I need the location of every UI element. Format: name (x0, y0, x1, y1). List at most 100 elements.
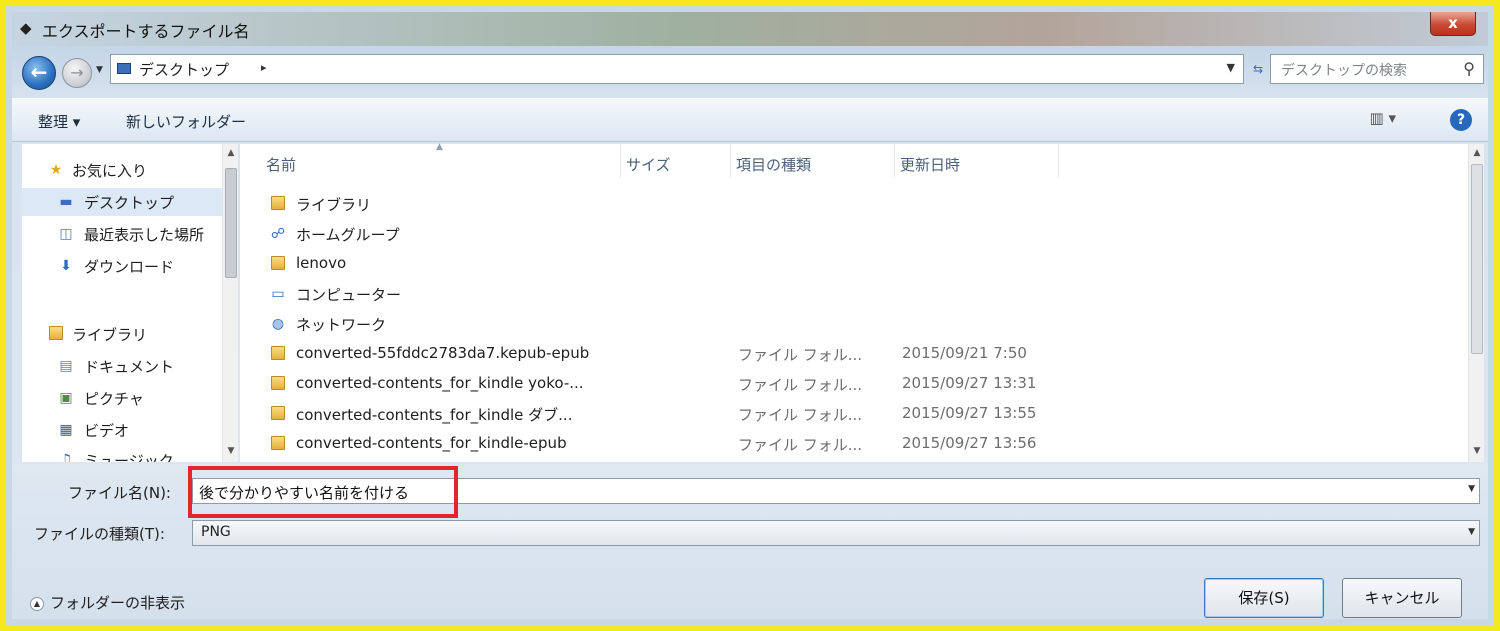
file-type: ファイル フォル... (738, 376, 863, 394)
path-separator-icon[interactable]: ▸ (261, 61, 267, 74)
scrollbar-thumb[interactable] (1471, 164, 1483, 354)
folder-icon (270, 436, 286, 452)
list-item[interactable]: ▭ コンピューター (260, 280, 1450, 308)
sidebar-item-label: ピクチャ (84, 390, 144, 408)
cancel-button[interactable]: キャンセル (1342, 578, 1462, 618)
filename-label: ファイル名(N): (68, 484, 171, 502)
back-button[interactable]: ← (22, 56, 56, 90)
sidebar-item-label: ドキュメント (84, 358, 175, 376)
video-icon: ▦ (59, 422, 73, 438)
file-name: lenovo (296, 254, 347, 272)
collapse-icon: ▲ (30, 596, 44, 611)
network-icon: ◍ (271, 316, 285, 332)
column-header-name[interactable]: 名前 (266, 154, 296, 175)
navigation-scrollbar[interactable]: ▲ ▼ (222, 144, 238, 462)
filetype-dropdown-icon[interactable]: ▼ (1468, 527, 1475, 537)
computer-icon: ▭ (271, 286, 285, 302)
column-divider[interactable] (620, 144, 621, 178)
file-type: ファイル フォル... (738, 346, 863, 364)
sidebar-item-music[interactable]: ♫ ミュージック (22, 446, 222, 462)
search-input[interactable]: デスクトップの検索 ⚲ (1270, 54, 1484, 84)
search-icon[interactable]: ⚲ (1463, 59, 1475, 78)
sidebar-item-pictures[interactable]: ▣ ピクチャ (22, 384, 222, 412)
column-divider[interactable] (894, 144, 895, 178)
filename-highlight-box (188, 466, 458, 518)
sidebar-item-recent-places[interactable]: ◫ 最近表示した場所 (22, 220, 222, 248)
file-list-scrollbar[interactable]: ▲ ▼ (1468, 144, 1484, 462)
folder-icon (270, 406, 286, 422)
arrow-right-icon: → (70, 63, 84, 82)
forward-button[interactable]: → (62, 58, 92, 88)
list-item[interactable]: lenovo (260, 250, 1450, 278)
column-divider[interactable] (730, 144, 731, 178)
hide-folders-label: フォルダーの非表示 (50, 594, 186, 612)
column-header-type[interactable]: 項目の種類 (736, 154, 811, 175)
sidebar-item-documents[interactable]: ▤ ドキュメント (22, 352, 222, 380)
table-row[interactable]: converted-contents_for_kindle ダブ... ファイル… (260, 400, 1450, 428)
address-path[interactable]: デスクトップ (139, 59, 229, 80)
address-bar[interactable]: デスクトップ ▸ ▼ (110, 54, 1244, 84)
scrollbar-thumb[interactable] (225, 168, 237, 278)
sidebar-item-label: ビデオ (84, 422, 130, 440)
scroll-up-icon[interactable]: ▲ (1469, 148, 1485, 158)
filetype-select[interactable]: PNG ▼ (192, 520, 1480, 546)
search-placeholder: デスクトップの検索 (1281, 63, 1407, 79)
user-folder-icon (270, 256, 286, 272)
scroll-up-icon[interactable]: ▲ (223, 148, 239, 158)
list-item[interactable]: ライブラリ (260, 190, 1450, 218)
file-date: 2015/09/21 7:50 (902, 344, 1027, 362)
sidebar-item-libraries[interactable]: ライブラリ (22, 320, 222, 348)
refresh-icon: ⇆ (1252, 62, 1264, 76)
download-icon: ⬇ (60, 258, 72, 274)
sidebar-item-label: デスクトップ (84, 194, 175, 212)
folder-icon (270, 376, 286, 392)
file-date: 2015/09/27 13:55 (902, 404, 1037, 422)
screenshot-frame: ◆ エクスポートするファイル名 x ← → ▼ デスクトップ ▸ ▼ ⇆ デスク… (0, 0, 1500, 631)
address-dropdown-icon[interactable]: ▼ (1227, 61, 1235, 74)
filename-dropdown-icon[interactable]: ▼ (1468, 484, 1475, 494)
sidebar-item-label: ミュージック (84, 452, 174, 462)
file-name: converted-contents_for_kindle yoko-... (296, 374, 584, 392)
sidebar-item-videos[interactable]: ▦ ビデオ (22, 416, 222, 444)
list-item[interactable]: ☍ ホームグループ (260, 220, 1450, 248)
view-options-button[interactable]: ▥ ▾ (1370, 109, 1396, 127)
table-row[interactable]: converted-contents_for_kindle-epub ファイル … (260, 430, 1450, 458)
document-icon: ▤ (59, 358, 73, 374)
column-header-size[interactable]: サイズ (626, 154, 671, 175)
organize-button[interactable]: 整理 ▾ (38, 111, 80, 132)
save-button[interactable]: 保存(S) (1204, 578, 1324, 618)
help-button[interactable]: ? (1450, 109, 1472, 131)
column-divider[interactable] (1058, 144, 1059, 178)
refresh-button[interactable]: ⇆ (1248, 54, 1268, 84)
scroll-down-icon[interactable]: ▼ (1469, 446, 1485, 456)
command-toolbar: 整理 ▾ 新しいフォルダー ▥ ▾ ? (12, 98, 1488, 142)
file-date: 2015/09/27 13:31 (902, 374, 1037, 392)
scroll-down-icon[interactable]: ▼ (223, 446, 239, 456)
sidebar-item-favorites[interactable]: ★ お気に入り (22, 156, 222, 184)
library-icon (270, 196, 286, 212)
list-item[interactable]: ◍ ネットワーク (260, 310, 1450, 338)
hide-folders-toggle[interactable]: ▲ フォルダーの非表示 (30, 592, 185, 613)
file-name: コンピューター (296, 286, 402, 304)
table-row[interactable]: converted-55fddc2783da7.kepub-epub ファイル … (260, 340, 1450, 368)
picture-icon: ▣ (59, 390, 73, 406)
table-row[interactable]: converted-contents_for_kindle yoko-... フ… (260, 370, 1450, 398)
file-type: ファイル フォル... (738, 436, 863, 454)
desktop-icon: ▬ (59, 194, 73, 210)
window-title: エクスポートするファイル名 (42, 22, 250, 41)
sidebar-item-desktop[interactable]: ▬ デスクトップ (22, 188, 222, 216)
filetype-value: PNG (201, 524, 231, 540)
history-dropdown-icon[interactable]: ▼ (96, 65, 103, 75)
star-icon: ★ (49, 162, 63, 178)
sidebar-item-downloads[interactable]: ⬇ ダウンロード (22, 252, 222, 280)
new-folder-button[interactable]: 新しいフォルダー (126, 111, 246, 132)
file-name: ライブラリ (296, 196, 372, 214)
title-bar: ◆ エクスポートするファイル名 x (12, 12, 1488, 46)
file-name: converted-contents_for_kindle ダブ... (296, 406, 573, 424)
file-date: 2015/09/27 13:56 (902, 434, 1037, 452)
recent-places-icon: ◫ (59, 226, 73, 242)
close-button[interactable]: x (1430, 12, 1476, 36)
filetype-label: ファイルの種類(T): (34, 525, 165, 543)
file-name: ホームグループ (296, 226, 400, 244)
column-header-date[interactable]: 更新日時 (900, 154, 960, 175)
